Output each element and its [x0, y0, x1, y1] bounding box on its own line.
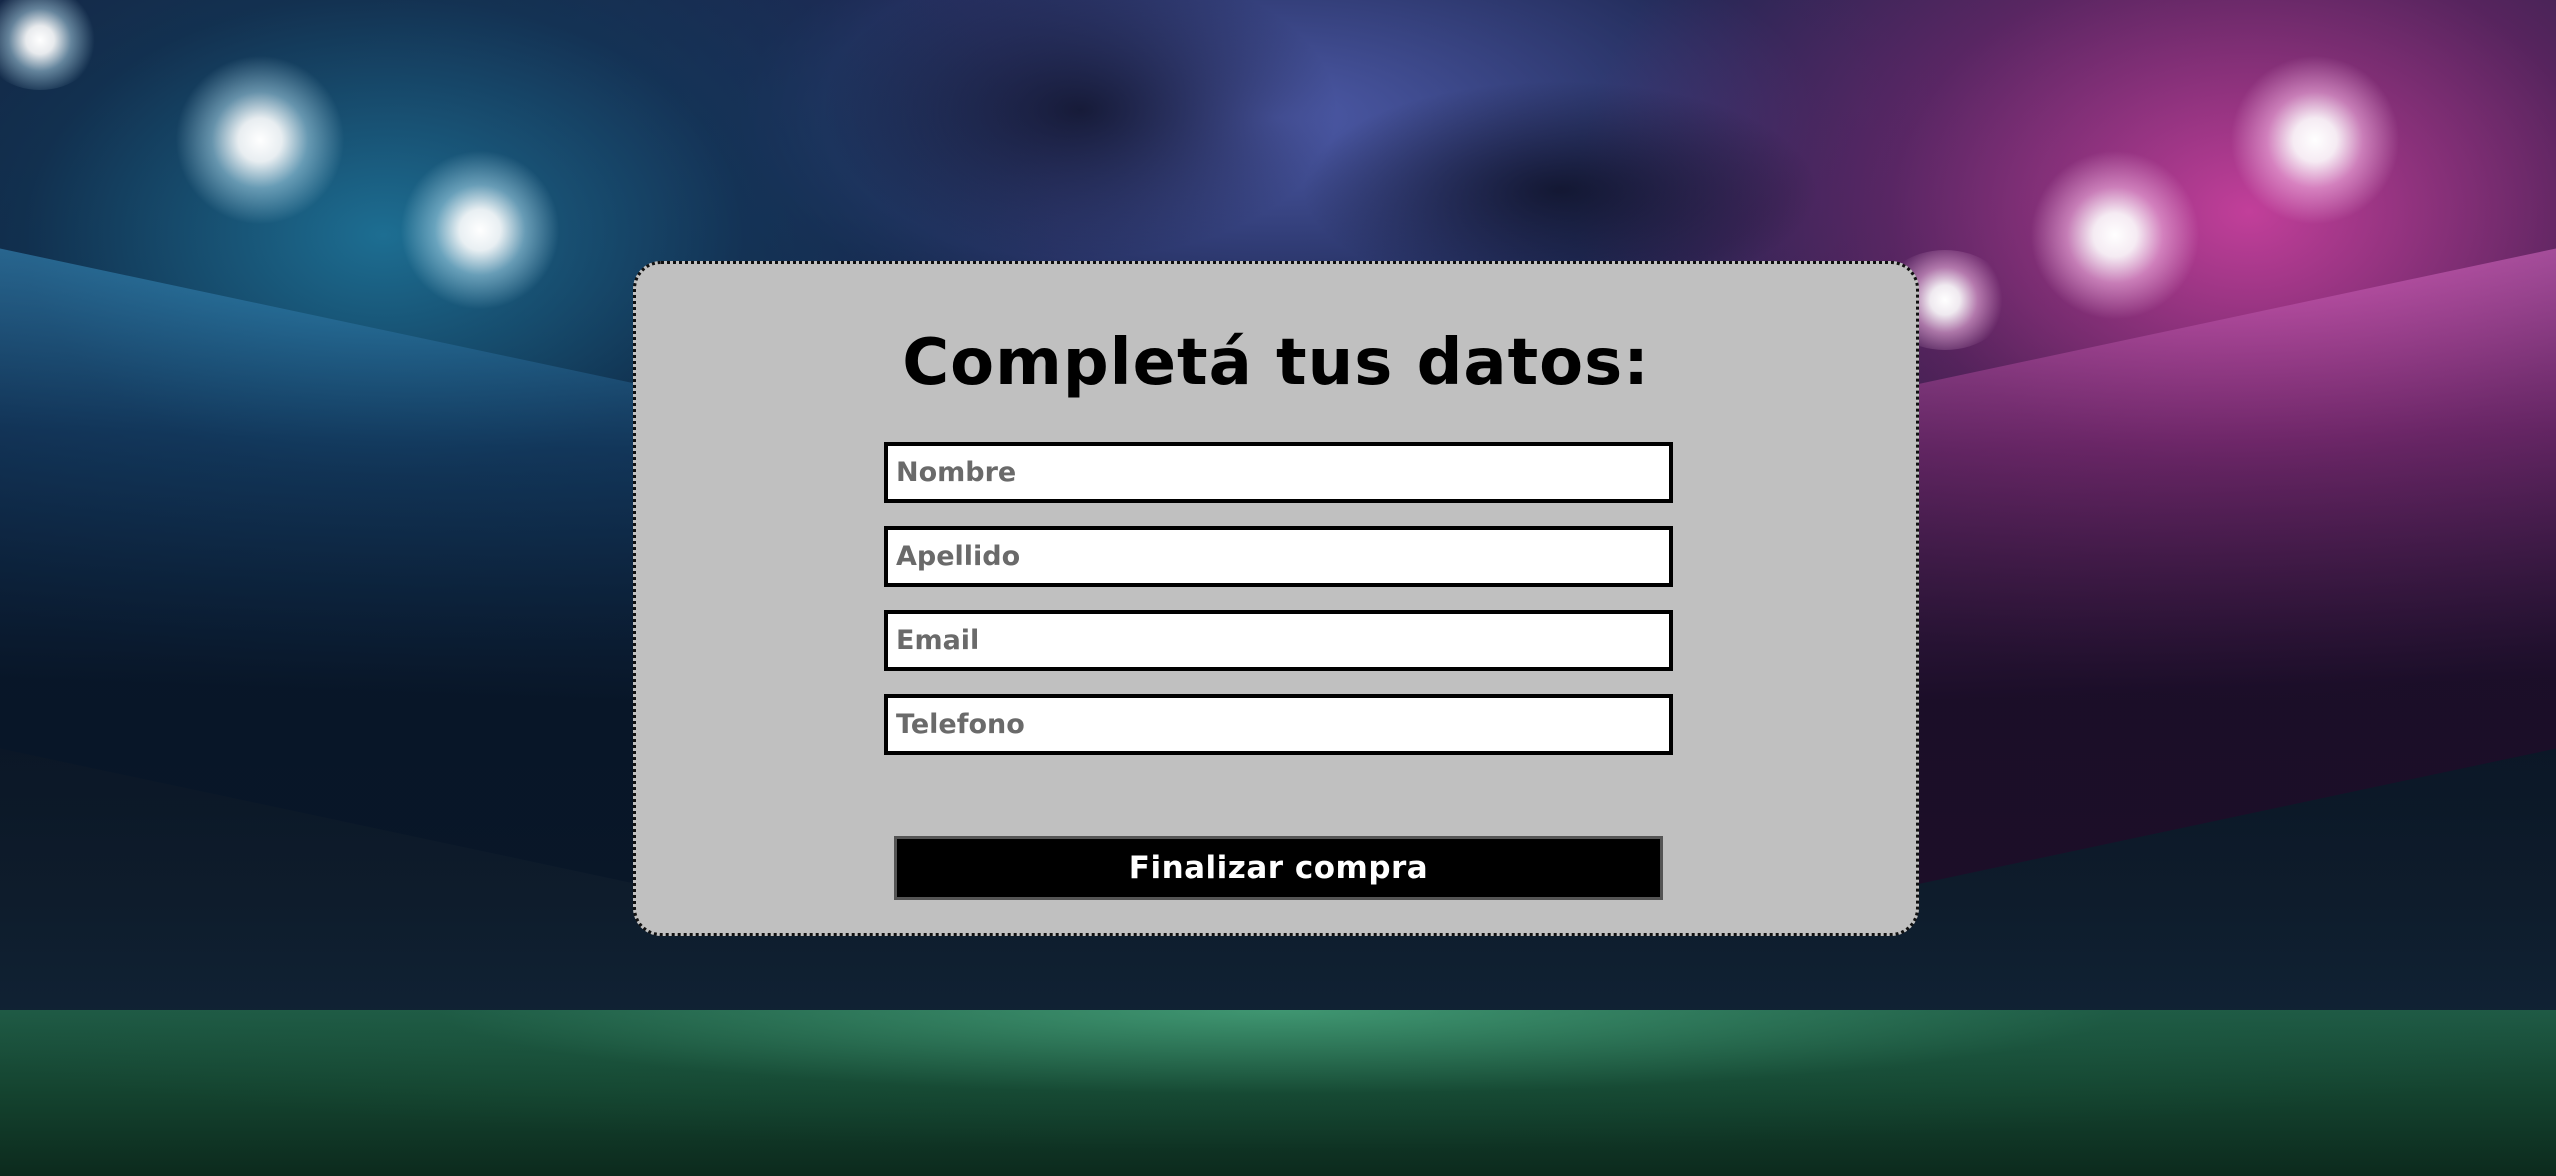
cloud-shape [820, 0, 1340, 260]
apellido-input[interactable] [884, 526, 1673, 587]
finalizar-compra-button[interactable]: Finalizar compra [894, 836, 1663, 900]
nombre-input[interactable] [884, 442, 1673, 503]
floodlight-icon [2030, 150, 2200, 320]
stadium-field [0, 1010, 2556, 1176]
checkout-form-card: Completá tus datos: Finalizar compra [633, 261, 1919, 936]
telefono-input[interactable] [884, 694, 1673, 755]
floodlight-icon [400, 150, 560, 310]
floodlight-icon [0, 0, 100, 90]
floodlight-icon [2230, 55, 2400, 225]
floodlight-icon [175, 55, 345, 225]
email-input[interactable] [884, 610, 1673, 671]
page-background: Completá tus datos: Finalizar compra [0, 0, 2556, 1176]
form-title: Completá tus datos: [902, 326, 1650, 400]
